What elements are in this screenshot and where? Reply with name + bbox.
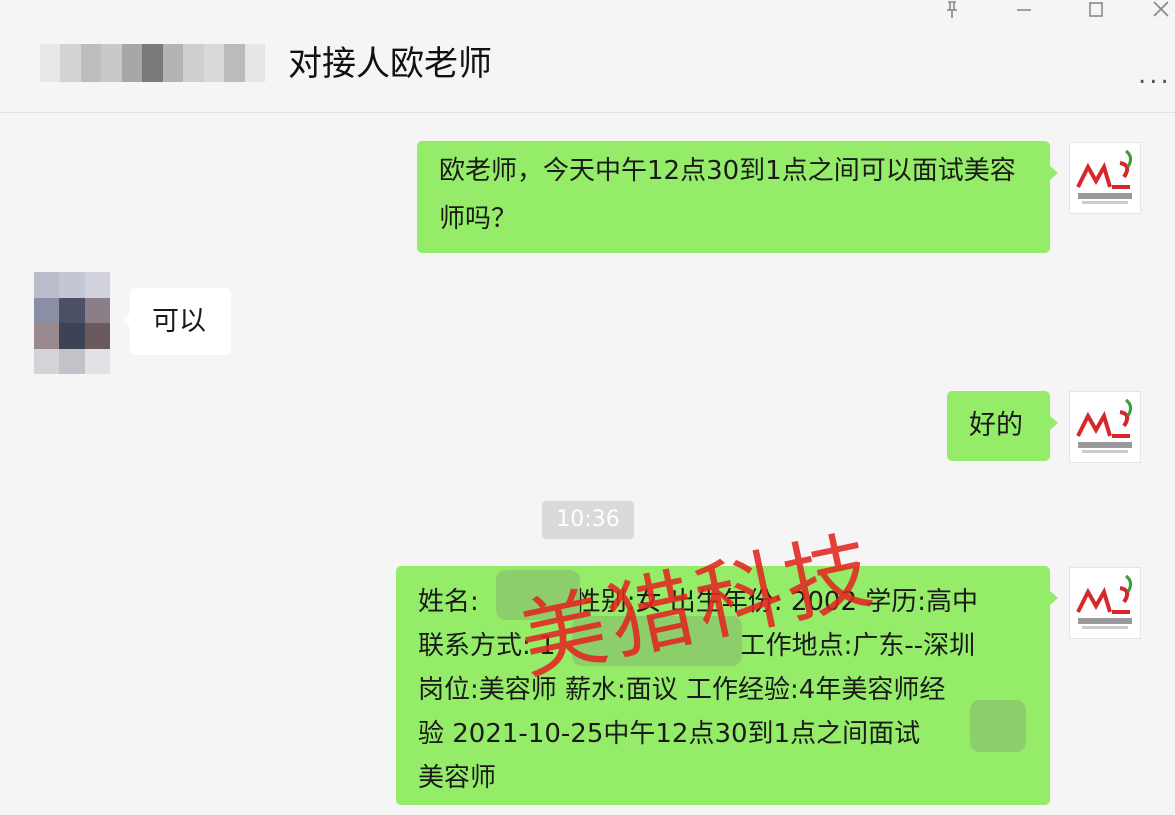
message-line: 美容师 <box>418 763 497 793</box>
message-bubble[interactable]: 好的 <box>947 391 1058 461</box>
minimize-icon[interactable] <box>1014 0 1034 20</box>
maximize-icon[interactable] <box>1086 0 1106 20</box>
redacted-blur <box>970 700 1026 752</box>
message-text: 可以 <box>152 306 206 337</box>
message-bubble[interactable]: 欧老师，今天中午12点30到1点之间可以面试美容师吗？ <box>417 141 1058 253</box>
page-title: 对接人欧老师 <box>288 44 492 84</box>
avatar[interactable] <box>1069 391 1141 463</box>
message-text: 好的 <box>969 410 1023 441</box>
redacted-name <box>40 44 265 82</box>
chat-header: 对接人欧老师 ... <box>0 0 1175 113</box>
avatar[interactable] <box>34 272 110 374</box>
more-options-icon[interactable]: ... <box>1138 60 1172 90</box>
message-bubble[interactable]: 可以 <box>122 288 231 355</box>
avatar[interactable] <box>1069 567 1141 639</box>
message-line: 验 2021-10-25中午12点30到1点之间面试 <box>418 719 921 749</box>
message-line: 岗位:美容师 薪水:面议 工作经验:4年美容师经 <box>418 675 946 705</box>
pin-icon[interactable] <box>942 0 962 20</box>
message-text: 欧老师，今天中午12点30到1点之间可以面试美容师吗？ <box>439 156 1016 234</box>
avatar[interactable] <box>1069 142 1141 214</box>
close-icon[interactable] <box>1150 0 1172 20</box>
timestamp: 10:36 <box>542 501 634 539</box>
